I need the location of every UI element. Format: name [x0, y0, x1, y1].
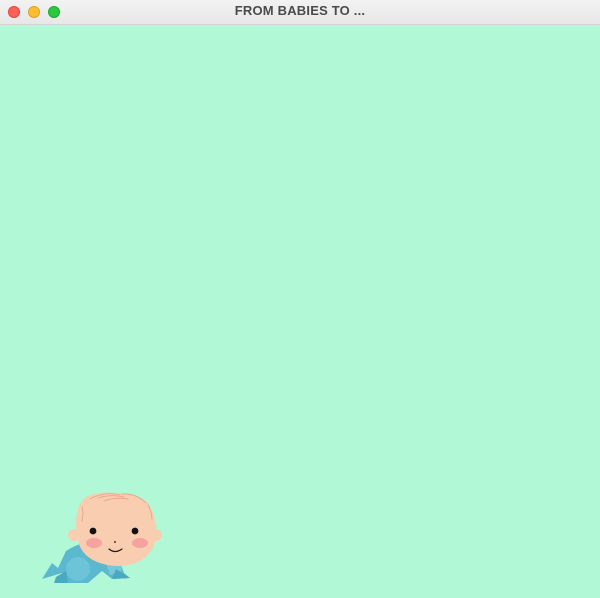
- nose: [114, 541, 116, 543]
- left-eye: [89, 527, 97, 535]
- right-cheek: [132, 538, 148, 548]
- game-window: FROM BABIES TO ...: [0, 0, 600, 598]
- title-bar[interactable]: FROM BABIES TO ...: [0, 0, 600, 25]
- right-eye: [131, 527, 139, 535]
- window-title: FROM BABIES TO ...: [234, 3, 366, 18]
- game-canvas[interactable]: [0, 25, 600, 598]
- left-cheek: [86, 538, 102, 548]
- baby-sprite: [42, 492, 162, 583]
- baby-head: [76, 492, 157, 566]
